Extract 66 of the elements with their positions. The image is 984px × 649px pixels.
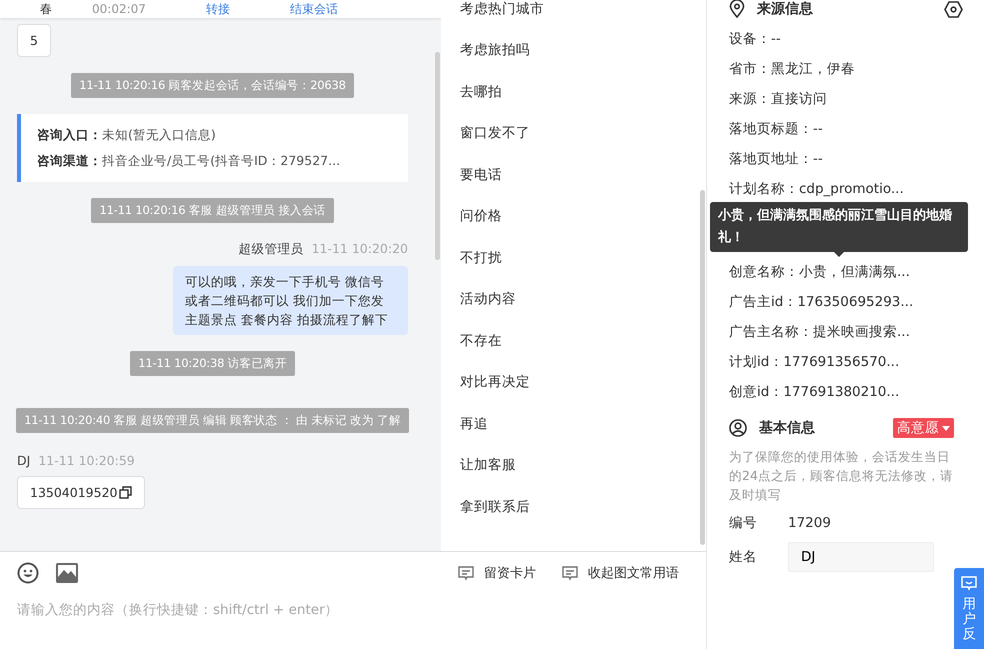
field-value: 17209 xyxy=(788,515,831,531)
settings-icon[interactable] xyxy=(944,0,963,18)
tooltip-arrow xyxy=(834,252,844,257)
phrase-item[interactable]: 要电话 xyxy=(441,154,706,196)
sender-name: 超级管理员 xyxy=(238,241,304,256)
emoji-icon[interactable] xyxy=(17,562,39,584)
section-title: 基本信息 xyxy=(759,419,815,437)
copy-icon[interactable] xyxy=(119,486,132,499)
info-row-text: 计划id：177691356570... xyxy=(729,353,900,372)
message-text: 5 xyxy=(30,32,38,50)
info-row-text: 创意id：177691380210... xyxy=(729,383,900,402)
info-row-text: 广告主id：176350695293... xyxy=(729,293,914,312)
phrase-item[interactable]: 不打扰 xyxy=(441,237,706,278)
info-row-text: 落地页标题：-- xyxy=(729,120,824,139)
info-row-text: 设备：-- xyxy=(729,30,782,49)
section-title: 来源信息 xyxy=(757,0,813,18)
info-row-text: 来源：直接访问 xyxy=(729,90,828,109)
image-icon[interactable] xyxy=(56,563,78,583)
card-line: 咨询渠道：抖音企业号/员工号(抖音号ID：279527... xyxy=(37,152,342,170)
toolbar-button[interactable]: 收起图文常用语 xyxy=(562,564,679,582)
message-bubble: 可以的哦，亲发一下手机号 微信号或者二维码都可以 我们加一下您发主题景点 套餐内容 拍摄流程了解下 xyxy=(173,266,408,335)
info-row-text: 创意名称：小贵，但满满氛... xyxy=(729,263,911,282)
message-card-icon xyxy=(562,566,578,580)
system-notice: 11-11 10:20:38 访客已离开 xyxy=(130,351,295,376)
caret-icon xyxy=(942,426,950,430)
info-row-text: 广告主名称：提米映画搜索... xyxy=(729,323,911,342)
header-text: 00:02:07 xyxy=(92,2,146,16)
phrase-item[interactable]: 活动内容 xyxy=(441,278,706,320)
phrase-item[interactable]: 考虑热门城市 xyxy=(441,0,706,30)
field-label: 姓名 xyxy=(729,548,758,566)
tooltip: 小贵，但满满氛围感的丽江雪山目的地婚礼！ xyxy=(710,202,968,252)
message-time: 11-11 10:20:59 xyxy=(38,453,135,468)
notice-text: 为了保障您的使用体验，会话发生当日的24点之后，顾客信息将无法修改，请及时填写 xyxy=(729,448,954,504)
info-row-text: 落地页地址：-- xyxy=(729,150,824,169)
toolbar-button[interactable]: 留资卡片 xyxy=(458,564,536,582)
phrase-item[interactable]: 不存在 xyxy=(441,320,706,362)
info-row-text: 计划名称：cdp_promotio... xyxy=(729,180,905,199)
header-link[interactable]: 转接 xyxy=(206,0,230,18)
card-line: 咨询入口：未知(暂无入口信息) xyxy=(37,126,217,144)
header-text: 春 xyxy=(40,0,52,18)
phrase-item[interactable]: 问价格 xyxy=(441,196,706,237)
intent-dropdown[interactable]: 高意愿 xyxy=(893,418,954,438)
scrollbar[interactable] xyxy=(435,52,440,260)
name-input[interactable]: DJ xyxy=(788,542,934,572)
header-link[interactable]: 结束会话 xyxy=(290,0,338,18)
field-label: 编号 xyxy=(729,514,758,532)
feedback-button[interactable]: 用户反 xyxy=(954,568,984,649)
message-card-icon xyxy=(458,566,474,580)
phrase-item[interactable]: 对比再决定 xyxy=(441,362,706,403)
system-notice: 11-11 10:20:40 客服 超级管理员 编辑 顾客状态 ： 由 未标记 改为 了解 xyxy=(16,408,409,433)
location-pin-icon xyxy=(729,0,745,18)
phrase-item[interactable]: 拿到联系后 xyxy=(441,486,706,528)
phrase-item[interactable]: 去哪拍 xyxy=(441,71,706,112)
user-icon xyxy=(729,419,747,437)
message-text: 13504019520 xyxy=(30,484,118,502)
phrase-item[interactable]: 窗口发不了 xyxy=(441,112,706,154)
chat-bubble-icon xyxy=(961,576,977,591)
phrase-item[interactable]: 让加客服 xyxy=(441,444,706,486)
message-time: 11-11 10:20:20 xyxy=(312,241,408,256)
phrase-item[interactable]: 考虑旅拍吗 xyxy=(441,30,706,71)
system-notice: 11-11 10:20:16 顾客发起会话，会话编号：20638 xyxy=(71,73,354,98)
info-row-text: 省市：黑龙江，伊春 xyxy=(729,60,856,79)
phrase-item[interactable]: 再追 xyxy=(441,403,706,444)
system-notice: 11-11 10:20:16 客服 超级管理员 接入会话 xyxy=(91,198,334,223)
sender-name: DJ xyxy=(17,453,30,468)
scrollbar[interactable] xyxy=(700,190,705,545)
